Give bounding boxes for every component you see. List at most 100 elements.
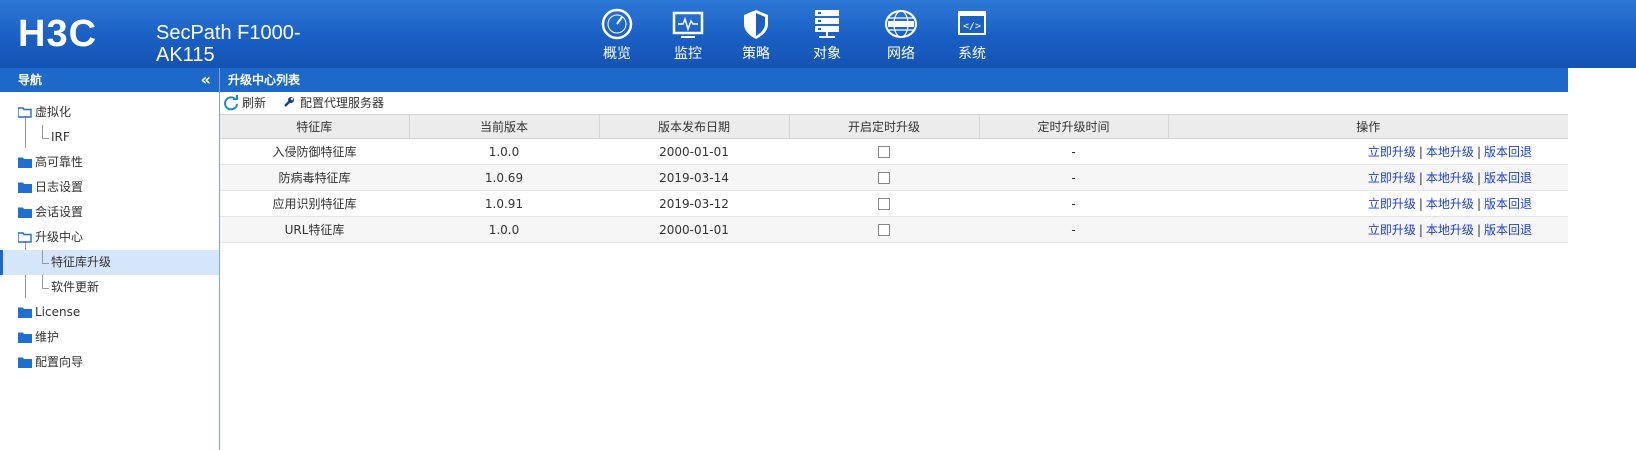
table-row: 入侵防御特征库 1.0.0 2000-01-01 - 立即升级 | 本地升级 | 版本回… (220, 138, 1568, 165)
nav-label: 监控 (674, 46, 702, 62)
separator: | (1476, 197, 1481, 211)
upgrade-now-link[interactable]: 立即升级 (1368, 145, 1416, 159)
sidebar-item-label: License (35, 305, 81, 319)
main-panel: 升级中心列表 刷新 配置代理服务器 特征库 当前版本 版本发布日期 开启定时升级… (220, 68, 1568, 450)
sidebar-item-label: 维护 (35, 330, 60, 344)
collapse-sidebar-icon[interactable]: « (201, 68, 211, 92)
folder-icon (18, 357, 32, 368)
local-upgrade-link[interactable]: 本地升级 (1426, 145, 1474, 159)
sidebar-item-log-settings[interactable]: 日志设置 (0, 175, 219, 200)
scheduled-upgrade-checkbox[interactable] (878, 198, 890, 210)
rollback-link[interactable]: 版本回退 (1484, 223, 1532, 237)
nav-monitor[interactable]: 监控 (658, 8, 718, 62)
refresh-icon (224, 95, 238, 111)
nav-policy[interactable]: 策略 (726, 8, 786, 62)
tree-branch (42, 250, 49, 264)
nav-label: 策略 (742, 46, 770, 62)
toolbar: 刷新 配置代理服务器 (220, 92, 1568, 114)
scheduled-upgrade-checkbox[interactable] (878, 224, 890, 236)
refresh-button[interactable]: 刷新 (223, 92, 273, 114)
svg-text:</>: </> (963, 21, 981, 32)
separator: | (1476, 223, 1481, 237)
column-header[interactable]: 定时升级时间 (979, 114, 1169, 139)
sidebar-title: 导航 « (0, 68, 219, 92)
scheduled-cell (789, 190, 979, 217)
sidebar-item-virtualization[interactable]: 虚拟化 (0, 100, 219, 125)
rollback-link[interactable]: 版本回退 (1484, 171, 1532, 185)
nav-label: 对象 (813, 46, 841, 62)
release-date: 2000-01-01 (599, 138, 789, 165)
operations-cell: 立即升级 | 本地升级 | 版本回退 (1168, 164, 1568, 191)
column-header[interactable]: 开启定时升级 (789, 114, 980, 139)
local-upgrade-link[interactable]: 本地升级 (1426, 171, 1474, 185)
sidebar-item-signature-upgrade[interactable]: 特征库升级 (0, 250, 219, 275)
local-upgrade-link[interactable]: 本地升级 (1426, 223, 1474, 237)
sidebar-item-software-update[interactable]: 软件更新 (0, 275, 219, 300)
rollback-link[interactable]: 版本回退 (1484, 145, 1532, 159)
separator: | (1418, 171, 1423, 185)
wrench-icon (284, 97, 294, 107)
separator: | (1476, 171, 1481, 185)
folder-icon (18, 307, 32, 318)
signature-name: 防病毒特征库 (220, 164, 409, 191)
dashboard-gauge-icon (601, 8, 633, 40)
rollback-link[interactable]: 版本回退 (1484, 197, 1532, 211)
nav-object[interactable]: 对象 (797, 8, 857, 62)
sidebar-item-label: 虚拟化 (35, 105, 72, 119)
release-date: 2000-01-01 (599, 216, 789, 243)
release-date: 2019-03-14 (599, 164, 789, 191)
separator: | (1418, 145, 1423, 159)
sidebar-item-label: IRF (51, 130, 70, 144)
current-version: 1.0.69 (409, 164, 599, 191)
nav-network[interactable]: 网络 (871, 8, 931, 62)
upgrade-now-link[interactable]: 立即升级 (1368, 223, 1416, 237)
main-nav: 概览 监控 策略 对象 网络 </> 系统 (0, 8, 1636, 64)
tree-branch (42, 125, 49, 139)
internet-globe-icon (885, 10, 917, 38)
sidebar-item-config-wizard[interactable]: 配置向导 (0, 350, 219, 375)
sidebar-item-label: 升级中心 (35, 230, 84, 244)
sidebar-item-high-availability[interactable]: 高可靠性 (0, 150, 219, 175)
sidebar: 导航 « 虚拟化 IRF 高可靠性 日志设置 会话设置 升级中心 特征库升级 软… (0, 68, 220, 450)
folder-icon (18, 332, 32, 343)
scheduled-time: - (979, 138, 1168, 165)
separator: | (1476, 145, 1481, 159)
scheduled-upgrade-checkbox[interactable] (878, 146, 890, 158)
tree-branch (42, 275, 49, 289)
table-row: 应用识别特征库 1.0.91 2019-03-12 - 立即升级 | 本地升级 | 版本… (220, 190, 1568, 217)
server-stack-icon (815, 10, 839, 38)
release-date: 2019-03-12 (599, 190, 789, 217)
sidebar-item-upgrade-center[interactable]: 升级中心 (0, 225, 219, 250)
sidebar-item-session-settings[interactable]: 会话设置 (0, 200, 219, 225)
column-header[interactable]: 当前版本 (409, 114, 600, 139)
sidebar-item-label: 配置向导 (35, 355, 84, 369)
upgrade-now-link[interactable]: 立即升级 (1368, 197, 1416, 211)
upgrade-now-link[interactable]: 立即升级 (1368, 171, 1416, 185)
scheduled-cell (789, 164, 979, 191)
nav-system[interactable]: </> 系统 (942, 8, 1002, 62)
operations-cell: 立即升级 | 本地升级 | 版本回退 (1168, 138, 1568, 165)
refresh-label: 刷新 (242, 96, 267, 110)
column-header[interactable]: 特征库 (220, 114, 410, 139)
scheduled-upgrade-checkbox[interactable] (878, 172, 890, 184)
scheduled-cell (789, 138, 979, 165)
panel-title: 升级中心列表 (220, 68, 1568, 92)
sidebar-item-maintenance[interactable]: 维护 (0, 325, 219, 350)
top-header: H3C SecPath F1000-AK115 概览 监控 策略 对象 网络 <… (0, 0, 1636, 68)
configure-proxy-label: 配置代理服务器 (300, 96, 385, 110)
upgrade-table: 特征库 当前版本 版本发布日期 开启定时升级 定时升级时间 操作 入侵防御特征库… (220, 114, 1568, 243)
scheduled-time: - (979, 190, 1168, 217)
sidebar-item-label: 日志设置 (35, 180, 84, 194)
nav-label: 概览 (603, 46, 631, 62)
nav-label: 系统 (958, 46, 986, 62)
configure-proxy-button[interactable]: 配置代理服务器 (283, 92, 393, 114)
monitor-icon (672, 11, 704, 38)
sidebar-item-license[interactable]: License (0, 300, 219, 325)
local-upgrade-link[interactable]: 本地升级 (1426, 197, 1474, 211)
table-row: URL特征库 1.0.0 2000-01-01 - 立即升级 | 本地升级 | 版本回退 (220, 216, 1568, 243)
sidebar-item-irf[interactable]: IRF (0, 125, 219, 150)
current-version: 1.0.0 (409, 216, 599, 243)
nav-overview[interactable]: 概览 (587, 8, 647, 62)
current-version: 1.0.91 (409, 190, 599, 217)
column-header[interactable]: 版本发布日期 (599, 114, 790, 139)
